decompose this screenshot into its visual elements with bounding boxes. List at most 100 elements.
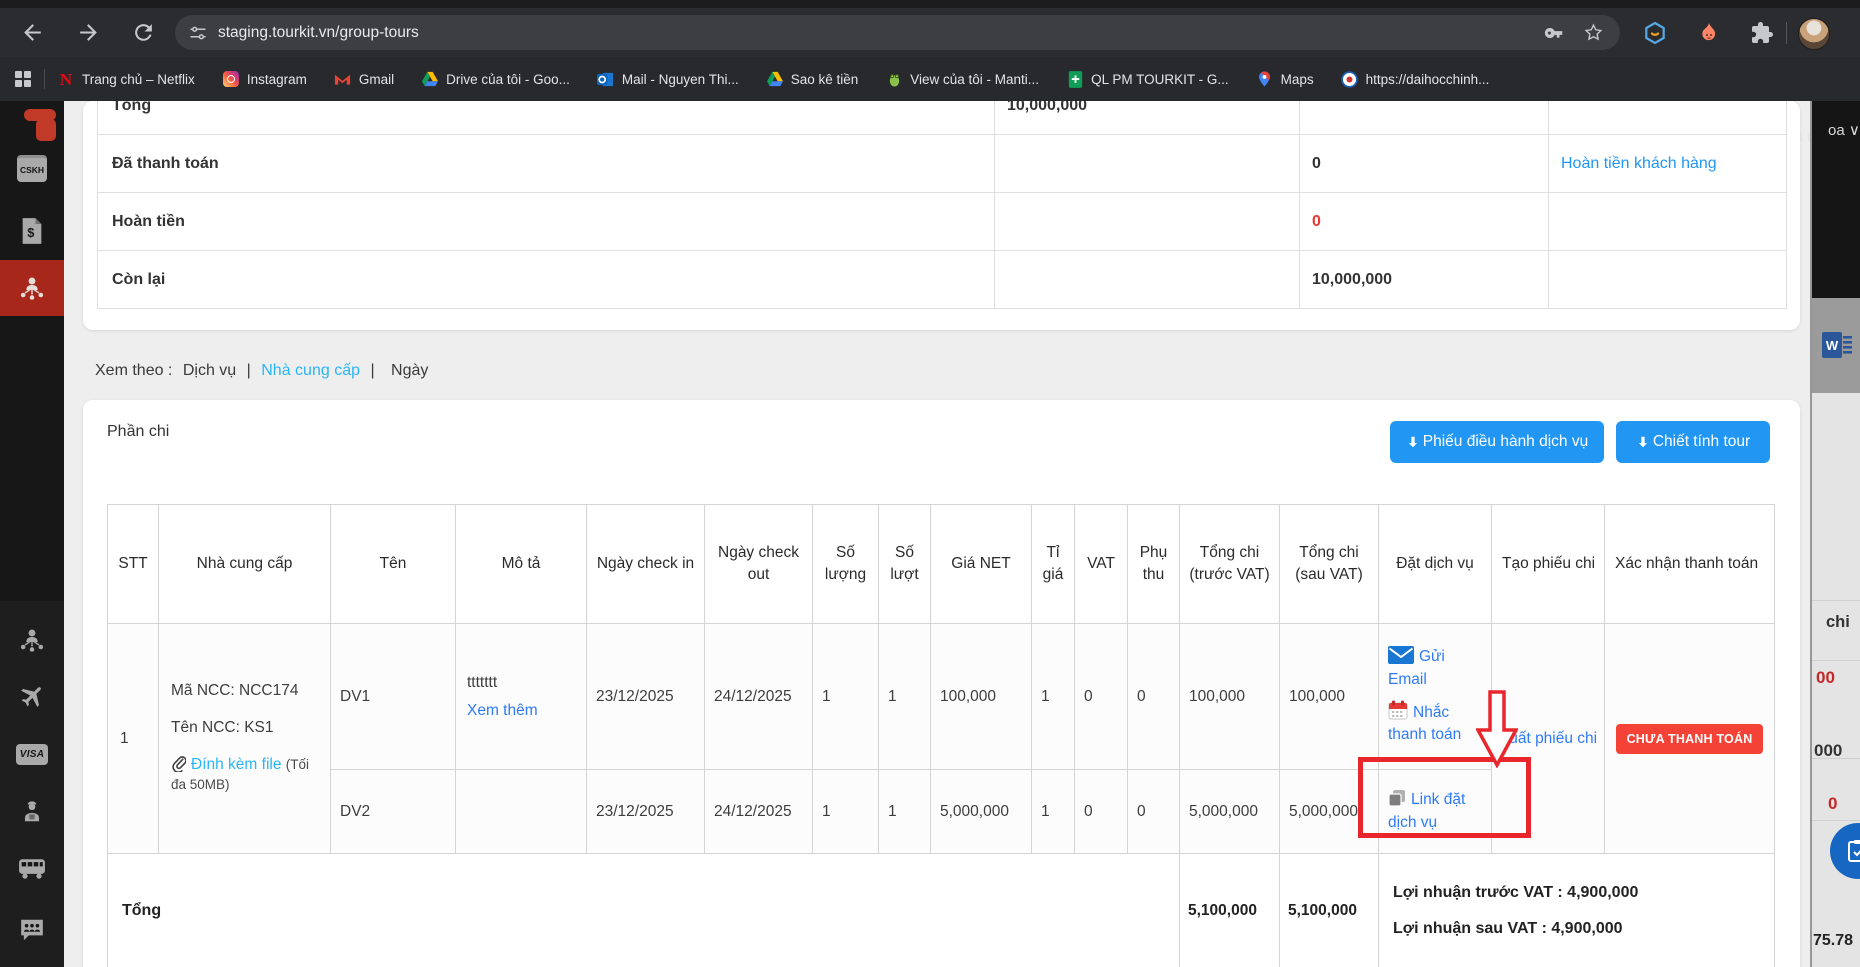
expenses-table: STT Nhà cung cấp Tên Mô tả Ngày check in… [107, 504, 1775, 967]
gmail-icon [334, 70, 352, 88]
reload-icon[interactable] [131, 20, 156, 45]
send-email-action[interactable]: Gửi Email [1388, 646, 1487, 691]
bookmark-tourkit-sheet[interactable]: QL PM TOURKIT - G... [1066, 70, 1229, 88]
bookmark-mantis[interactable]: View của tôi - Manti... [885, 70, 1039, 88]
bookmark-maps[interactable]: Maps [1256, 70, 1314, 88]
annotation-arrow-icon [1476, 690, 1518, 768]
annotation-highlight-rectangle [1358, 757, 1531, 838]
column-header: Tổng chi (trước VAT) [1180, 505, 1280, 623]
service-name: DV1 [331, 624, 456, 769]
row-value [1300, 101, 1549, 134]
quantity: 1 [813, 770, 879, 853]
address-bar[interactable]: staging.tourkit.vn/group-tours [175, 15, 1620, 50]
app-sidebar: CSKH $ [0, 101, 64, 967]
see-more-link[interactable]: Xem thêm [467, 702, 538, 720]
profile-avatar[interactable] [1798, 18, 1830, 50]
forward-icon[interactable] [76, 20, 101, 45]
sidebar-item-bus[interactable] [0, 858, 64, 880]
password-key-icon[interactable] [1543, 22, 1565, 44]
payment-reminder-action[interactable]: Nhắc thanh toán [1388, 700, 1487, 747]
browser-toolbar: staging.tourkit.vn/group-tours [0, 8, 1860, 57]
sidebar-item-invoice[interactable]: $ [0, 217, 64, 245]
bookmark-netflix[interactable]: N Trang chủ – Netflix [57, 70, 195, 88]
sliver-dropdown-fragment: oa ∨ [1828, 121, 1860, 139]
column-header: Số lượt [879, 505, 931, 623]
sidebar-item-flights[interactable] [0, 683, 64, 710]
bookmark-gmail[interactable]: Gmail [334, 70, 394, 88]
status-badge-unpaid[interactable]: CHƯA THANH TOÁN [1616, 724, 1764, 754]
sliver-value-fragment: 75.78 [1813, 932, 1853, 950]
apps-grid-icon[interactable] [14, 70, 32, 88]
bookmark-saoke[interactable]: Sao kê tiền [766, 70, 859, 88]
row-value-negative: 0 [1300, 193, 1549, 250]
service-name: DV2 [331, 770, 456, 853]
flame-extension-icon[interactable] [1697, 21, 1721, 45]
table-row-remaining: Còn lại 10,000,000 [98, 251, 1786, 308]
attach-file-link[interactable]: Đính kèm file [191, 756, 281, 773]
drive-icon [421, 70, 439, 88]
footer-total-label: Tổng [108, 854, 1180, 967]
column-header: Giá NET [931, 505, 1032, 623]
exchange-rate: 1 [1032, 624, 1075, 769]
sidebar-item-agents[interactable] [0, 627, 64, 653]
tour-costing-button[interactable]: Chiết tính tour [1616, 421, 1770, 463]
total-pre-vat: 100,000 [1180, 624, 1280, 769]
view-by-supplier-active[interactable]: Nhà cung cấp [261, 362, 360, 379]
turns: 1 [879, 624, 931, 769]
floating-action-button[interactable] [1830, 823, 1860, 879]
hexagon-extension-icon[interactable] [1643, 21, 1667, 45]
sidebar-item-customer-chat[interactable] [0, 918, 64, 942]
column-header: Phụ thu [1128, 505, 1180, 623]
expenses-card: Phần chi Phiếu điều hành dịch vụ Chiết t… [83, 400, 1800, 967]
sidebar-item-courier[interactable] [0, 798, 64, 825]
column-header: Tạo phiếu chi [1492, 505, 1605, 623]
bookmark-outlook[interactable]: Mail - Nguyen Thi... [597, 70, 739, 88]
column-header: Ngày check out [705, 505, 813, 623]
table-header-row: STT Nhà cung cấp Tên Mô tả Ngày check in… [108, 505, 1774, 624]
back-icon[interactable] [20, 20, 45, 45]
checkin-date: 23/12/2025 [587, 770, 705, 853]
profit-after-vat: Lợi nhuận sau VAT : 4,900,000 [1393, 920, 1774, 938]
bookmark-drive[interactable]: Drive của tôi - Goo... [421, 70, 570, 88]
extensions-puzzle-icon[interactable] [1750, 21, 1774, 45]
total-pre-vat: 5,000,000 [1180, 770, 1280, 853]
sidebar-item-cskh[interactable]: CSKH [0, 155, 64, 182]
sidebar-item-visa[interactable]: VISA [0, 744, 64, 765]
bookmark-star-icon[interactable] [1583, 22, 1604, 43]
profit-before-vat: Lợi nhuận trước VAT : 4,900,000 [1393, 884, 1774, 902]
site-settings-icon[interactable] [188, 23, 208, 43]
cskh-calendar-icon: CSKH [17, 155, 47, 182]
net-price: 100,000 [931, 624, 1032, 769]
services-block: DV1 ttttttt Xem thêm 23/12/2025 24/12/20… [331, 624, 1492, 853]
view-by-toggle: Xem theo : Dịch vụ | Nhà cung cấp | Ngày [95, 362, 434, 380]
row-label: Hoàn tiền [98, 193, 995, 250]
table-row-refund: Hoàn tiền 0 [98, 193, 1786, 251]
outlook-icon [597, 70, 615, 88]
sidebar-lower-panel [0, 601, 64, 967]
view-by-date[interactable]: Ngày [391, 362, 428, 379]
url-text[interactable]: staging.tourkit.vn/group-tours [218, 24, 1543, 42]
quantity: 1 [813, 624, 879, 769]
window-frame [0, 0, 1860, 8]
refund-customer-link[interactable]: Hoàn tiền khách hàng [1561, 155, 1717, 173]
row-value [995, 135, 1300, 192]
sliver-grid-line [1812, 600, 1860, 601]
footer-profit-cell: Lợi nhuận trước VAT : 4,900,000 Lợi nhuậ… [1379, 854, 1774, 967]
clipboard-check-icon [1847, 839, 1860, 863]
sidebar-item-group-tours-active[interactable] [0, 260, 64, 316]
email-envelope-icon [1388, 646, 1414, 664]
surcharge: 0 [1128, 770, 1180, 853]
bookmark-daihoc[interactable]: https://daihocchinh... [1341, 70, 1490, 88]
payment-confirm-cell: CHƯA THANH TOÁN [1605, 624, 1774, 853]
calendar-reminder-icon [1388, 700, 1408, 720]
netflix-icon: N [57, 70, 75, 88]
turns: 1 [879, 770, 931, 853]
bookmarks-bar: N Trang chủ – Netflix Instagram Gmail Dr… [0, 57, 1860, 101]
supplier-code: Mã NCC: NCC174 [171, 681, 322, 702]
person-network-icon [18, 627, 46, 653]
view-by-service[interactable]: Dịch vụ [183, 362, 236, 379]
operation-sheet-button[interactable]: Phiếu điều hành dịch vụ [1390, 421, 1604, 463]
sliver-header-fragment: chi [1826, 613, 1850, 632]
bookmark-instagram[interactable]: Instagram [222, 70, 307, 88]
exchange-rate: 1 [1032, 770, 1075, 853]
